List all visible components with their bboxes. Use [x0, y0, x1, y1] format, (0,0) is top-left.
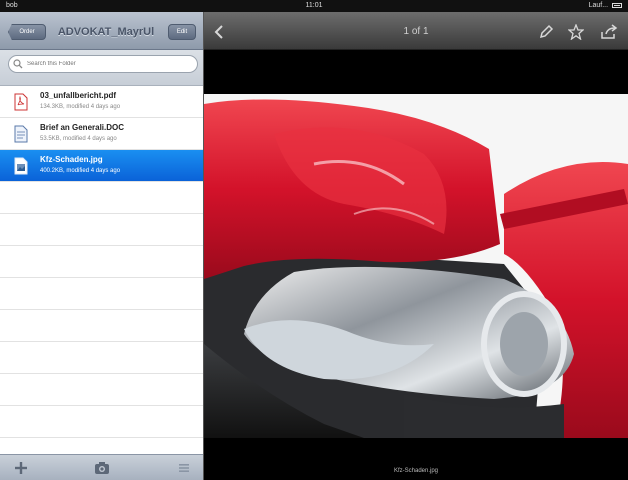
file-meta: 400.2KB, modified 4 days ago	[40, 168, 121, 174]
file-name: Brief an Generali.DOC	[40, 123, 125, 132]
sidebar-toolbar	[0, 454, 203, 480]
battery-icon	[612, 2, 622, 8]
status-bar: bob 11:01 Lauf...	[0, 0, 628, 12]
file-name: 03_unfallbericht.pdf	[40, 91, 117, 100]
file-meta: 134.3KB, modified 4 days ago	[40, 104, 121, 110]
empty-row	[0, 342, 203, 374]
file-row[interactable]: 03_unfallbericht.pdf 134.3KB, modified 4…	[0, 86, 203, 118]
folder-title: ADVOKAT_MayrUl	[57, 26, 155, 38]
empty-row	[0, 406, 203, 438]
empty-row	[0, 278, 203, 310]
sidebar-navbar: Order ADVOKAT_MayrUl Edit	[0, 12, 203, 50]
empty-row	[0, 310, 203, 342]
file-row[interactable]: Brief an Generali.DOC 53.5KB, modified 4…	[0, 118, 203, 150]
list-icon[interactable]	[178, 462, 190, 474]
image-icon	[14, 157, 28, 175]
empty-row	[0, 246, 203, 278]
file-name: Kfz-Schaden.jpg	[40, 155, 103, 164]
file-row-selected[interactable]: Kfz-Schaden.jpg 400.2KB, modified 4 days…	[0, 150, 203, 182]
camera-icon[interactable]	[94, 461, 110, 475]
share-icon[interactable]	[600, 24, 618, 40]
back-button[interactable]: Order	[8, 24, 46, 40]
document-image	[204, 94, 628, 438]
status-right: Lauf...	[589, 0, 622, 12]
empty-row	[0, 214, 203, 246]
status-right-text: Lauf...	[588, 2, 609, 9]
empty-row	[0, 374, 203, 406]
file-meta: 53.5KB, modified 4 days ago	[40, 136, 117, 142]
file-sidebar: Order ADVOKAT_MayrUl Edit 03_unfallberic…	[0, 12, 204, 480]
document-viewer: 1 of 1 Kfz-Schaden.jpg	[204, 12, 628, 480]
pdf-icon	[14, 93, 28, 111]
pencil-icon[interactable]	[538, 24, 554, 40]
search-bar	[0, 50, 203, 86]
search-icon	[13, 59, 23, 69]
page-count: 1 of 1	[403, 26, 429, 37]
image-caption: Kfz-Schaden.jpg	[393, 468, 439, 474]
search-input[interactable]	[8, 55, 198, 73]
star-icon[interactable]	[568, 24, 584, 40]
add-icon[interactable]	[14, 461, 28, 475]
viewer-navbar: 1 of 1	[204, 12, 628, 50]
edit-button[interactable]: Edit	[168, 24, 196, 40]
status-time: 11:01	[305, 2, 323, 9]
empty-row	[0, 182, 203, 214]
doc-icon	[14, 125, 28, 143]
